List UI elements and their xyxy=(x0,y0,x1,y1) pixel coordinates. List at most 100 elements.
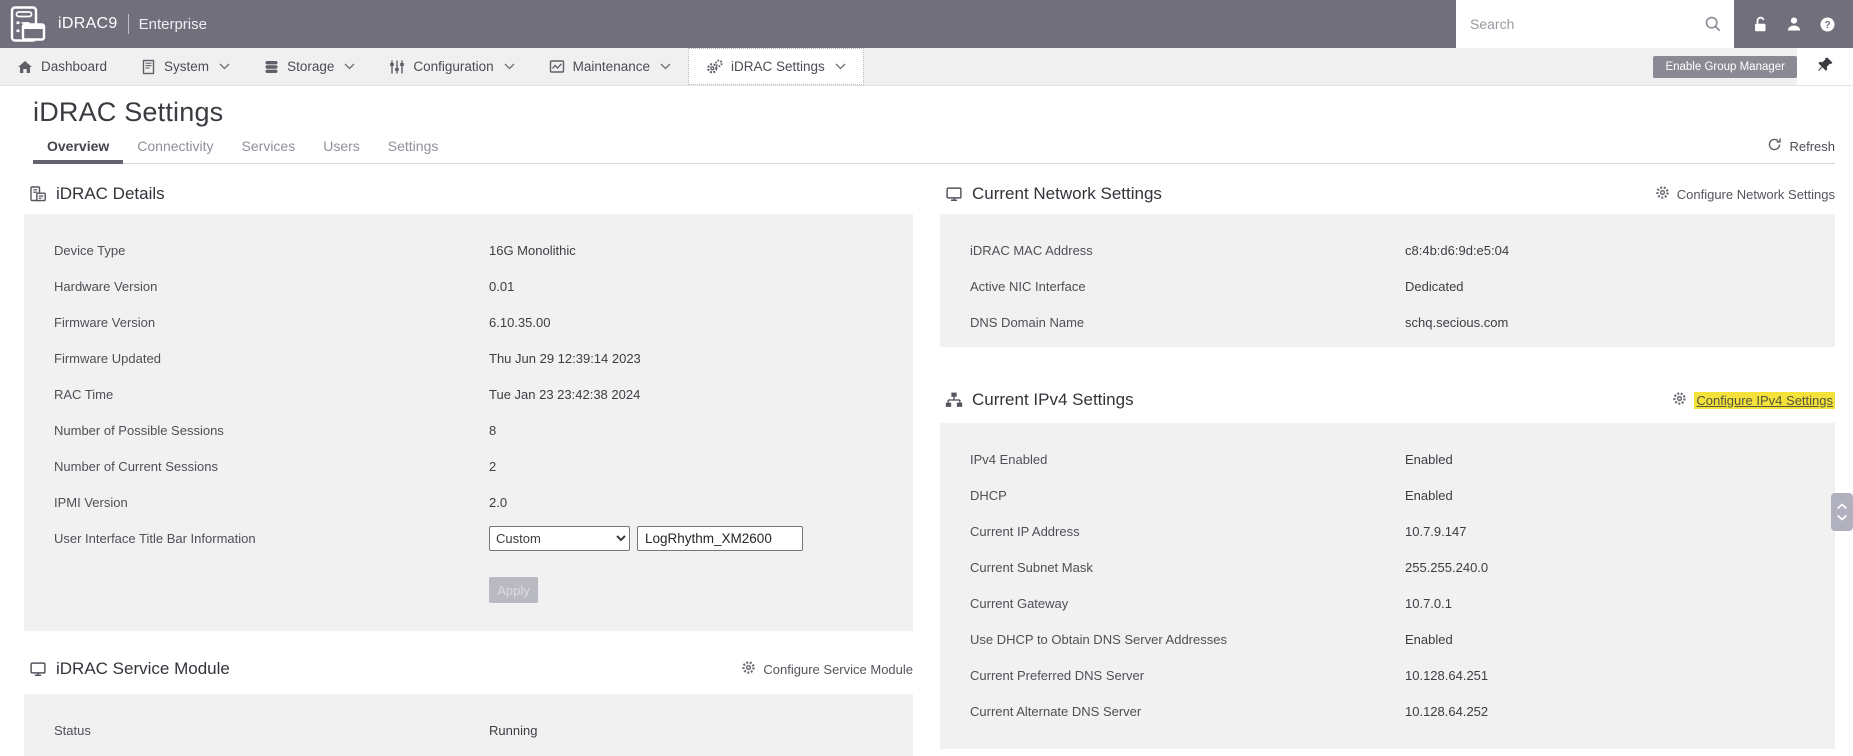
kv-label: Current Alternate DNS Server xyxy=(970,703,1142,719)
pin-button[interactable] xyxy=(1797,48,1853,85)
tab-services[interactable]: Services xyxy=(228,130,310,163)
kv-label: Active NIC Interface xyxy=(970,278,1086,294)
kv-value: 10.128.64.251 xyxy=(1405,667,1489,683)
kv-value: c8:4b:d6:9d:e5:04 xyxy=(1405,242,1510,258)
kv-row: Hardware Version 0.01 xyxy=(54,268,913,304)
network-settings-panel: iDRAC MAC Address c8:4b:d6:9d:e5:04 Active… xyxy=(940,214,1835,347)
kv-value: 10.7.0.1 xyxy=(1405,595,1452,611)
kv-label: Current Preferred DNS Server xyxy=(970,667,1145,683)
kv-row: RAC Time Tue Jan 23 23:42:38 2024 xyxy=(54,376,913,412)
tab-users[interactable]: Users xyxy=(309,130,374,163)
kv-value: 10.128.64.252 xyxy=(1405,703,1489,719)
kv-label: Current IP Address xyxy=(970,523,1080,539)
configure-ipv4-settings-link[interactable]: Configure IPv4 Settings xyxy=(1672,391,1835,409)
network-settings-rows: iDRAC MAC Address c8:4b:d6:9d:e5:04 Active… xyxy=(970,232,1835,340)
tab-settings[interactable]: Settings xyxy=(374,130,453,163)
enable-group-manager-button[interactable]: Enable Group Manager xyxy=(1653,55,1797,78)
nav-item-storage[interactable]: Storage xyxy=(247,48,372,85)
kv-row: Current Preferred DNS Server 10.128.64.25… xyxy=(970,657,1835,693)
kv-value: Dedicated xyxy=(1405,278,1464,294)
sitemap-icon xyxy=(945,391,963,409)
help-icon[interactable]: ? xyxy=(1819,16,1836,33)
kv-row: DHCP Enabled xyxy=(970,477,1835,513)
kv-label: Current Gateway xyxy=(970,595,1069,611)
main-nav: Dashboard System Storage Configuration Maint… xyxy=(0,48,1853,86)
nav-item-label: Dashboard xyxy=(41,59,108,74)
titlebar-mode-select[interactable]: Custom xyxy=(489,525,630,551)
kv-value: schq.secious.com xyxy=(1405,314,1509,330)
kv-row: Device Type 16G Monolithic xyxy=(54,232,913,268)
storage-icon xyxy=(264,59,279,75)
kv-value: Running xyxy=(489,722,538,738)
chart-icon xyxy=(549,59,565,74)
titlebar-text-input[interactable] xyxy=(637,525,803,551)
configure-network-settings-link[interactable]: Configure Network Settings xyxy=(1655,185,1835,203)
kv-row: Number of Current Sessions 2 xyxy=(54,448,913,484)
idrac-logo-icon xyxy=(8,4,48,44)
search-input[interactable] xyxy=(1456,0,1704,48)
chevron-down-icon xyxy=(504,63,515,70)
ipv4-settings-panel: IPv4 Enabled Enabled DHCP Enabled Current IP… xyxy=(940,423,1835,749)
scroll-up-icon[interactable] xyxy=(1836,503,1848,510)
system-icon xyxy=(141,59,156,75)
nav-item-label: Maintenance xyxy=(572,59,650,74)
refresh-button[interactable]: Refresh xyxy=(1767,137,1835,163)
network-settings-title: Current Network Settings xyxy=(972,184,1162,203)
tabs: Overview Connectivity Services Users Setting… xyxy=(33,130,1835,164)
refresh-icon xyxy=(1767,137,1782,155)
scroll-down-icon[interactable] xyxy=(1836,514,1848,521)
product-name: iDRAC9 xyxy=(58,15,118,32)
kv-value: 10.7.9.147 xyxy=(1405,523,1467,539)
gears-icon xyxy=(706,59,723,75)
kv-label: Number of Current Sessions xyxy=(54,458,219,474)
kv-label: Number of Possible Sessions xyxy=(54,422,224,438)
idrac-details-icon xyxy=(29,185,47,203)
unlock-icon[interactable] xyxy=(1752,16,1769,33)
kv-value: Enabled xyxy=(1405,451,1453,467)
chevron-down-icon xyxy=(660,63,671,70)
home-icon xyxy=(17,59,33,75)
idrac-details-rows: Device Type 16G Monolithic Hardware Versio… xyxy=(54,232,913,520)
pin-icon xyxy=(1817,56,1834,78)
chevron-down-icon xyxy=(344,63,355,70)
kv-value: Enabled xyxy=(1405,487,1453,503)
svg-text:?: ? xyxy=(1824,20,1830,31)
nav-item-maintenance[interactable]: Maintenance xyxy=(532,48,688,85)
apply-button[interactable]: Apply xyxy=(489,577,538,603)
kv-label: User Interface Title Bar Information xyxy=(54,530,256,546)
configure-service-module-link[interactable]: Configure Service Module xyxy=(741,660,913,678)
search-icon[interactable] xyxy=(1704,15,1722,33)
nav-item-system[interactable]: System xyxy=(124,48,247,85)
user-icon[interactable] xyxy=(1786,16,1802,32)
kv-label: iDRAC MAC Address xyxy=(970,242,1093,258)
kv-value: 2 xyxy=(489,458,497,474)
kv-row: Status Running xyxy=(54,712,913,748)
kv-row: Number of Possible Sessions 8 xyxy=(54,412,913,448)
nav-right: Enable Group Manager xyxy=(1653,48,1853,85)
sliders-icon xyxy=(389,59,405,75)
nav-item-idrac-settings[interactable]: iDRAC Settings xyxy=(687,48,864,85)
kv-value: Tue Jan 23 23:42:38 2024 xyxy=(489,386,641,402)
kv-row: Firmware Updated Thu Jun 29 12:39:14 2023 xyxy=(54,340,913,376)
idrac-details-header: iDRAC Details xyxy=(24,181,913,207)
kv-label: Use DHCP to Obtain DNS Server Addresses xyxy=(970,631,1227,647)
nav-item-label: Storage xyxy=(287,59,335,74)
kv-value: 8 xyxy=(489,422,497,438)
top-bar: iDRAC9 Enterprise ? xyxy=(0,0,1853,48)
kv-row: Current Subnet Mask 255.255.240.0 xyxy=(970,549,1835,585)
nav-item-label: System xyxy=(164,59,210,74)
edition-name: Enterprise xyxy=(138,15,207,33)
brand: iDRAC9 Enterprise xyxy=(58,14,207,34)
ipv4-settings-header: Current IPv4 Settings Configure IPv4 Set… xyxy=(940,387,1835,413)
kv-label: Firmware Updated xyxy=(54,350,161,366)
kv-row: Current IP Address 10.7.9.147 xyxy=(970,513,1835,549)
nav-item-configuration[interactable]: Configuration xyxy=(372,48,531,85)
kv-label: IPMI Version xyxy=(54,494,128,510)
tab-overview[interactable]: Overview xyxy=(33,130,124,164)
topbar-icon-cluster: ? xyxy=(1734,0,1853,48)
tab-connectivity[interactable]: Connectivity xyxy=(123,130,227,163)
chevron-down-icon xyxy=(835,63,846,70)
kv-row: IPv4 Enabled Enabled xyxy=(970,441,1835,477)
kv-label: IPv4 Enabled xyxy=(970,451,1048,467)
nav-item-dashboard[interactable]: Dashboard xyxy=(0,48,124,85)
